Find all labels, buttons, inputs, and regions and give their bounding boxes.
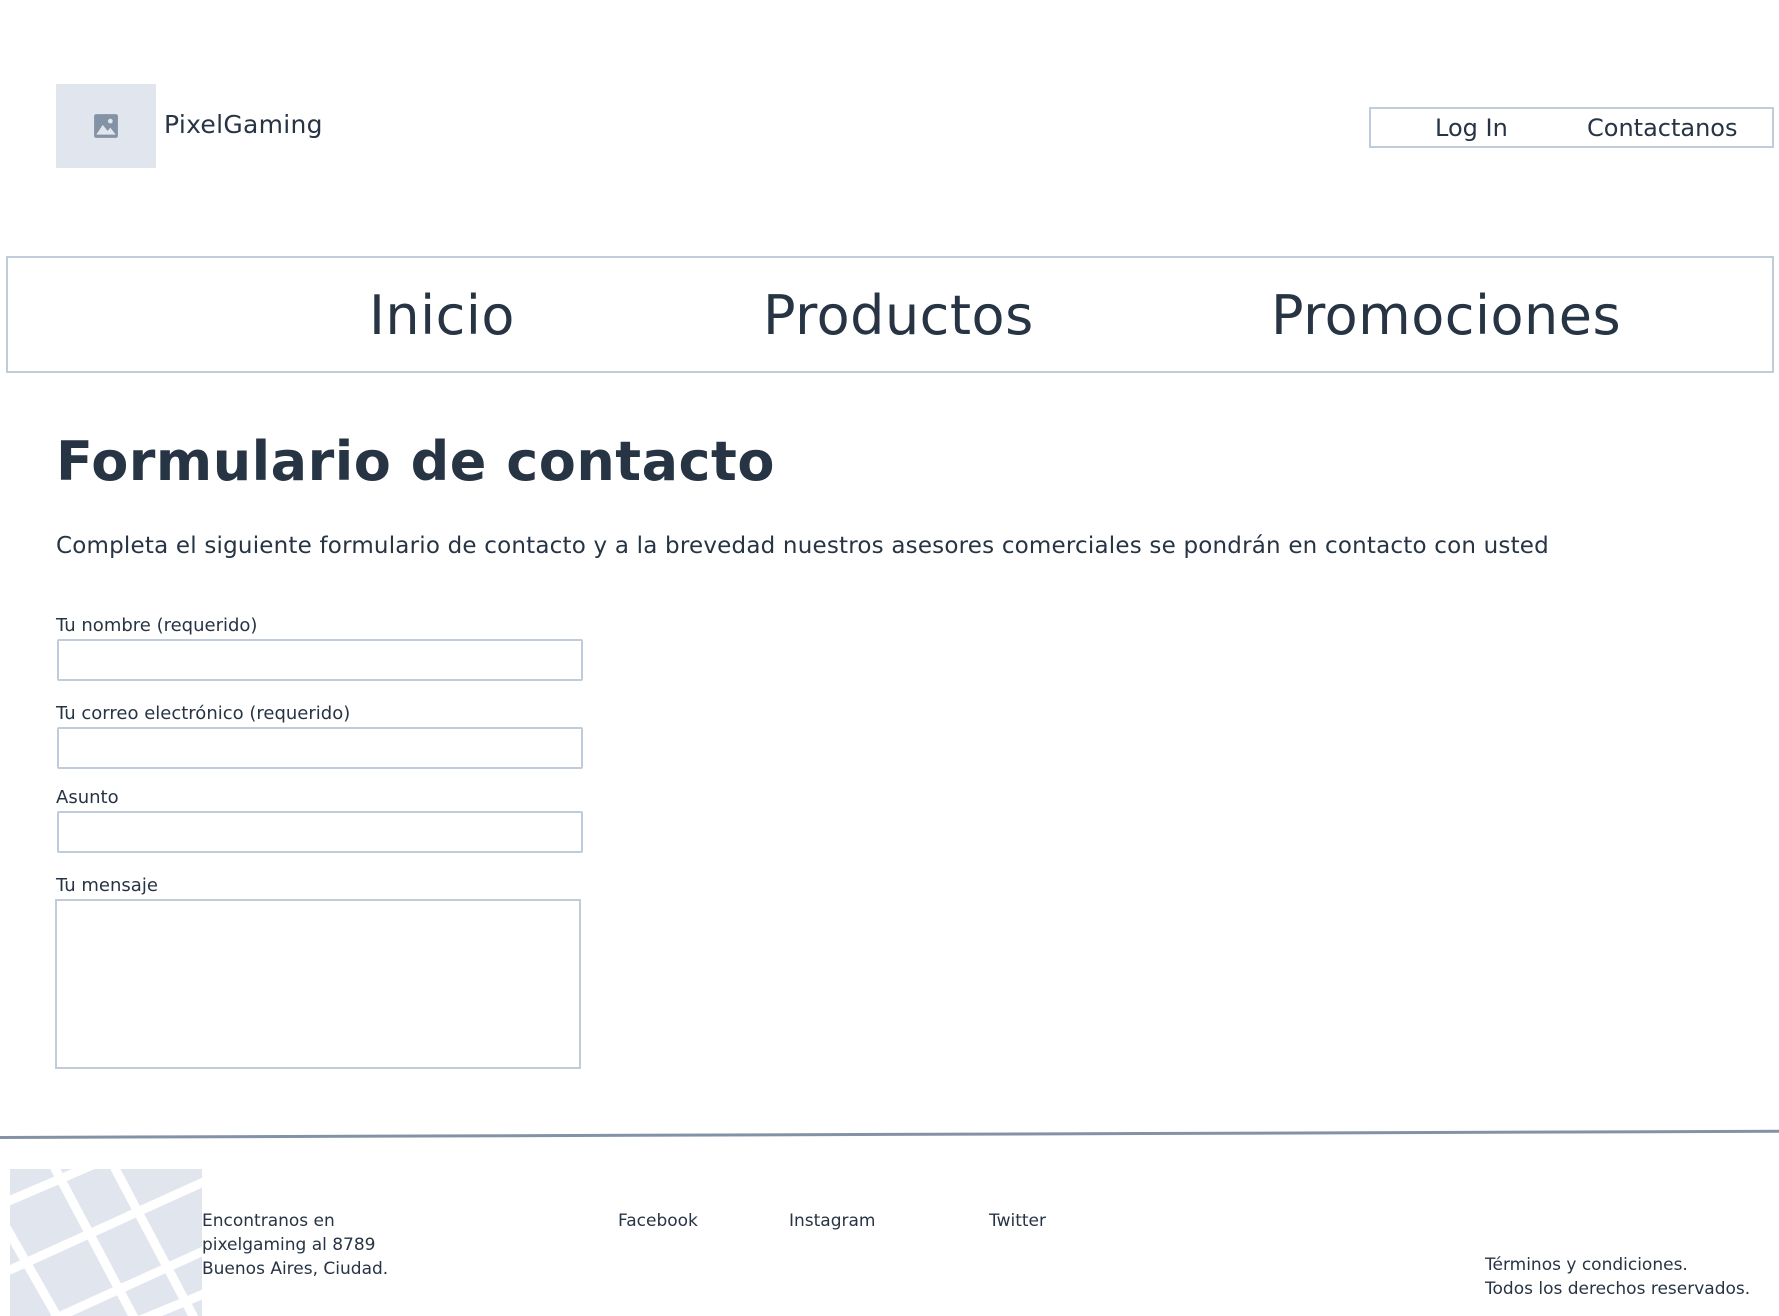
rights-text: Todos los derechos reservados.: [1485, 1279, 1751, 1299]
message-label: Tu mensaje: [56, 875, 158, 896]
email-label: Tu correo electrónico (requerido): [56, 703, 351, 724]
main-nav: Inicio Productos Promociones: [6, 256, 1774, 373]
subject-label: Asunto: [56, 787, 119, 808]
subject-input[interactable]: [57, 811, 583, 853]
facebook-link[interactable]: Facebook: [618, 1209, 698, 1233]
page-title: Formulario de contacto: [56, 430, 775, 493]
name-input[interactable]: [57, 639, 583, 681]
contact-link[interactable]: Contactanos: [1587, 114, 1737, 142]
name-label: Tu nombre (requerido): [56, 615, 258, 636]
footer-legal: Términos y condiciones. Todos los derech…: [1485, 1253, 1750, 1301]
intro-text: Completa el siguiente formulario de cont…: [56, 533, 1549, 559]
image-placeholder-icon: [94, 114, 118, 138]
terms-link[interactable]: Términos y condiciones.: [1485, 1253, 1750, 1277]
instagram-link[interactable]: Instagram: [789, 1209, 876, 1233]
footer-address: Encontranos en pixelgaming al 8789 Bueno…: [202, 1209, 388, 1281]
account-actions: Log In Contactanos: [1369, 107, 1774, 148]
message-textarea[interactable]: [55, 899, 581, 1069]
address-line: pixelgaming al 8789: [202, 1235, 376, 1255]
login-link[interactable]: Log In: [1435, 114, 1508, 142]
brand-name: PixelGaming: [164, 110, 323, 139]
nav-item-inicio[interactable]: Inicio: [369, 284, 515, 347]
logo[interactable]: [56, 84, 156, 168]
address-line: Buenos Aires, Ciudad.: [202, 1259, 389, 1279]
email-input[interactable]: [57, 727, 583, 769]
twitter-link[interactable]: Twitter: [989, 1209, 1046, 1233]
nav-item-promociones[interactable]: Promociones: [1271, 284, 1621, 347]
map-placeholder-icon: [10, 1169, 202, 1316]
footer-divider: [0, 1129, 1779, 1139]
page: PixelGaming Log In Contactanos Inicio Pr…: [0, 0, 1779, 1316]
nav-item-productos[interactable]: Productos: [763, 284, 1034, 347]
address-line: Encontranos en: [202, 1211, 335, 1231]
